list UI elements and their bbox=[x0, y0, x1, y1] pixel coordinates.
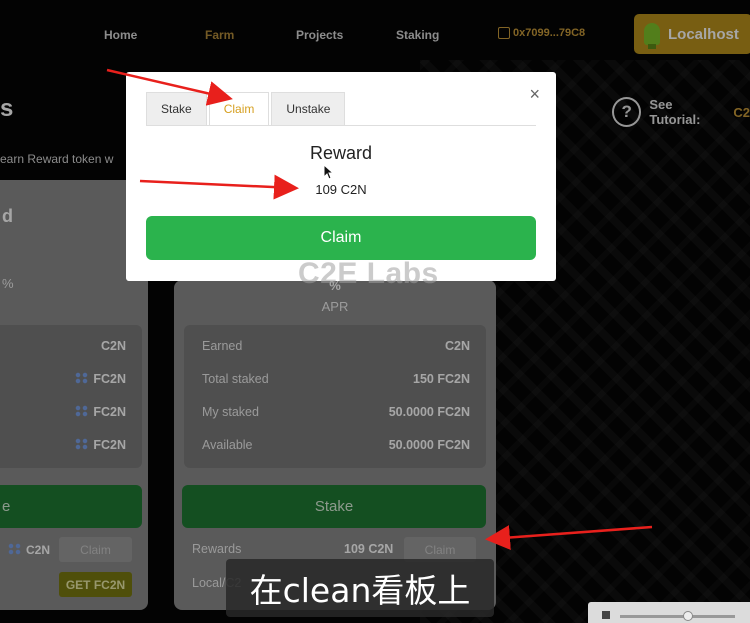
claim-button[interactable]: Claim bbox=[146, 216, 536, 260]
tab-claim[interactable]: Claim bbox=[208, 92, 270, 125]
speaker-icon bbox=[602, 611, 610, 619]
staking-page: Home Farm Projects Staking 0x7099...79C8… bbox=[0, 0, 750, 623]
claim-modal: Stake Claim Unstake × Reward 109 C2N Cla… bbox=[126, 72, 556, 281]
volume-control[interactable] bbox=[588, 602, 750, 623]
tab-stake[interactable]: Stake bbox=[146, 92, 207, 125]
close-icon[interactable]: × bbox=[529, 84, 540, 105]
volume-slider-knob[interactable] bbox=[683, 611, 693, 621]
tab-divider bbox=[146, 125, 536, 126]
video-caption: 在clean看板上 bbox=[226, 559, 494, 617]
modal-tabs: Stake Claim Unstake bbox=[146, 92, 347, 125]
tab-unstake[interactable]: Unstake bbox=[271, 92, 346, 125]
reward-title: Reward bbox=[309, 143, 373, 163]
watermark: C2E Labs bbox=[298, 257, 439, 290]
volume-slider-track[interactable] bbox=[620, 615, 735, 618]
reward-amount: 109 C2N bbox=[315, 182, 367, 197]
mouse-cursor-icon bbox=[323, 164, 335, 180]
